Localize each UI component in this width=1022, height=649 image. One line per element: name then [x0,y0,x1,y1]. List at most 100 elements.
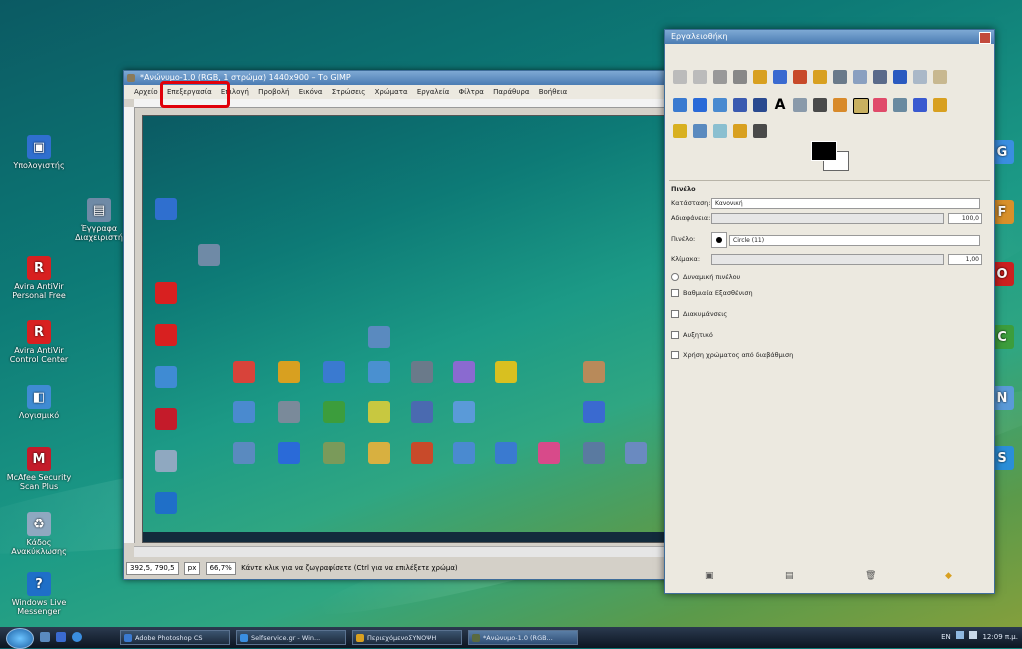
canvas-icon [278,401,300,423]
desktop-icon-software[interactable]: ◧ Λογισμικό [4,385,74,420]
menu-view[interactable]: Προβολή [258,88,289,96]
dodge-burn-tool-icon[interactable] [733,124,747,138]
image-canvas[interactable] [142,115,672,543]
bucket-fill-tool-icon[interactable] [793,98,807,112]
menu-image[interactable]: Εικόνα [299,88,323,96]
menu-help[interactable]: Βοήθεια [539,88,568,96]
network-icon[interactable] [956,631,964,639]
menu-file[interactable]: Αρχείο [134,88,158,96]
gimp-image-window[interactable]: *Ανώνυμο-1.0 (RGB, 1 στρώμα) 1440x900 – … [123,70,680,580]
checkbox-icon [671,331,679,339]
brush-tool-icon[interactable] [753,124,767,138]
canvas-icon [155,282,177,304]
mode-select[interactable]: Κανονική [711,198,980,209]
language-indicator[interactable]: EN [941,633,951,641]
fuzzy-select-tool-icon[interactable] [733,70,747,84]
scale-slider[interactable] [711,254,944,265]
blend-tool-icon[interactable] [813,98,827,112]
ellipse-select-tool-icon[interactable] [693,70,707,84]
color-picker-tool-icon[interactable] [833,70,847,84]
option-jitter[interactable]: Διακυμάνσεις [671,308,988,320]
browser-icon [240,634,248,642]
option-fade-out[interactable]: Βαθμιαία Εξασθένιση [671,287,988,299]
scissors-tool-icon[interactable] [773,70,787,84]
canvas-icon [453,401,475,423]
scale-tool-icon[interactable] [693,98,707,112]
option-incremental[interactable]: Αυξητικό [671,329,988,341]
menu-filters[interactable]: Φίλτρα [459,88,484,96]
toolbox-bottom-bar: ▣ ▤ 🗑 ◆ [665,571,994,585]
delete-options-icon[interactable]: 🗑 [865,571,876,581]
scale-row: Κλίμακα: 1,00 [671,253,988,265]
text-tool-icon[interactable]: A [773,98,787,112]
canvas-icon [411,442,433,464]
switch-windows-icon[interactable] [56,632,66,642]
zoom-tool-icon[interactable] [853,70,867,84]
foreground-select-tool-icon[interactable] [793,70,807,84]
desktop-icon-mcafee[interactable]: M McAfee Security Scan Plus [4,447,74,491]
opacity-slider[interactable] [711,213,944,224]
menu-windows[interactable]: Παράθυρα [493,88,529,96]
taskbar-button-photoshop[interactable]: Adobe Photoshop CS [120,630,230,645]
opacity-value[interactable]: 100,0 [948,213,982,224]
rect-select-tool-icon[interactable] [673,70,687,84]
image-statusbar: 392,5, 790,5 px 66,7% Κάντε κλικ για να … [126,560,677,576]
menu-layer[interactable]: Στρώσεις [332,88,366,96]
heal-tool-icon[interactable] [673,124,687,138]
messenger-icon: ? [27,572,51,596]
scale-value[interactable]: 1,00 [948,254,982,265]
blur-tool-icon[interactable] [713,124,727,138]
clone-tool-icon[interactable] [933,98,947,112]
crop-tool-icon[interactable] [933,70,947,84]
eraser-tool-icon[interactable] [873,98,887,112]
move-tool-icon[interactable] [893,70,907,84]
gimp-toolbox-window[interactable]: Εργαλειοθήκη A Πινέλο Κατάσταση: Κανονικ… [664,29,995,594]
reset-options-icon[interactable]: ◆ [945,571,952,581]
airbrush-tool-icon[interactable] [893,98,907,112]
color-swatches[interactable] [811,141,851,175]
foreground-color-swatch[interactable] [811,141,837,161]
start-button[interactable] [6,628,34,649]
horizontal-scrollbar[interactable] [134,546,665,557]
desktop-icon-avira-free[interactable]: R Avira AntiVir Personal Free [4,256,74,300]
unit-select[interactable]: px [183,562,201,575]
desktop-icon-messenger[interactable]: ? Windows Live Messenger [4,572,74,616]
menu-colors[interactable]: Χρώματα [375,88,408,96]
perspective-tool-icon[interactable] [733,98,747,112]
show-desktop-icon[interactable] [40,632,50,642]
align-tool-icon[interactable] [913,70,927,84]
paintbrush-tool-icon[interactable] [853,98,869,114]
clock[interactable]: 12:09 π.μ. [982,633,1018,641]
taskbar-button-gimp[interactable]: *Ανώνυμο-1.0 (RGB... [468,630,578,645]
gimp-icon [472,634,480,642]
desktop-icon-recycle-bin[interactable]: ♻ Κάδος Ανακύκλωσης [4,512,74,556]
shear-tool-icon[interactable] [713,98,727,112]
option-brush-dynamics[interactable]: Δυναμική πινέλου [671,271,988,283]
canvas-icon [411,361,433,383]
checkbox-icon [671,351,679,359]
toolbox-titlebar[interactable]: Εργαλειοθήκη [665,30,994,44]
option-gradient-color[interactable]: Χρήση χρώματος από διαβάθμιση [671,349,988,361]
browser-icon[interactable] [72,632,82,642]
taskbar-button-browser[interactable]: Selfservice.gr - Win... [236,630,346,645]
flip-tool-icon[interactable] [753,98,767,112]
pencil-tool-icon[interactable] [833,98,847,112]
lasso-tool-icon[interactable] [713,70,727,84]
close-button[interactable] [979,32,991,44]
menu-tools[interactable]: Εργαλεία [417,88,450,96]
rotate-tool-icon[interactable] [673,98,687,112]
restore-options-icon[interactable]: ▤ [785,571,794,581]
save-options-icon[interactable]: ▣ [705,571,714,581]
paths-tool-icon[interactable] [813,70,827,84]
desktop-icon-computer[interactable]: ▣ Υπολογιστής [4,135,74,170]
color-select-tool-icon[interactable] [753,70,767,84]
brush-preview[interactable] [711,232,727,248]
system-tray: EN 12:09 π.μ. [941,630,1018,645]
ink-tool-icon[interactable] [913,98,927,112]
desktop-icon-avira-control[interactable]: R Avira AntiVir Control Center [4,320,74,364]
zoom-select[interactable]: 66,7% [205,562,236,575]
smudge-tool-icon[interactable] [693,124,707,138]
taskbar-button-folder[interactable]: ΠεριεχόμενοΣΥΝΟΨΗ [352,630,462,645]
measure-tool-icon[interactable] [873,70,887,84]
volume-icon[interactable] [969,631,978,639]
